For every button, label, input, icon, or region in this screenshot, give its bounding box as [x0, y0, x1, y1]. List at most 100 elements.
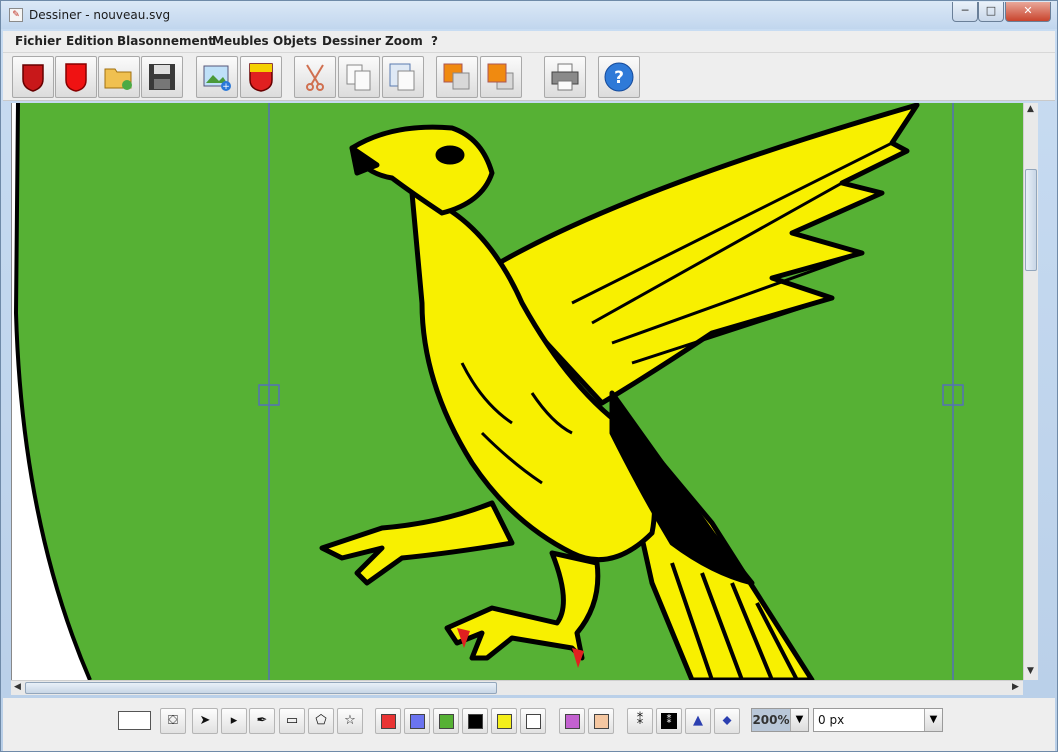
- color-blue-button[interactable]: [404, 708, 430, 734]
- figure-solid-button[interactable]: ⁑: [656, 708, 682, 734]
- new-shield-button[interactable]: [12, 56, 54, 98]
- chevron-down-icon[interactable]: ▼: [790, 709, 808, 731]
- app-window: ✎ Dessiner - nouveau.svg ─ □ ✕ Fichier E…: [0, 0, 1058, 752]
- blazon-drawing: [12, 103, 964, 680]
- scroll-left-icon[interactable]: ◀: [11, 681, 24, 694]
- color-purple-button[interactable]: [559, 708, 585, 734]
- menu-dessiner[interactable]: Dessiner: [322, 34, 381, 48]
- color-white-button[interactable]: [520, 708, 546, 734]
- color-red-swatch: [381, 714, 396, 729]
- menu-fichier[interactable]: Fichier: [15, 34, 61, 48]
- stroke-width-select[interactable]: 0 px ▼: [813, 708, 943, 732]
- help-button[interactable]: ?: [598, 56, 640, 98]
- paste-button[interactable]: [382, 56, 424, 98]
- app-icon: ✎: [9, 8, 23, 22]
- menu-help[interactable]: ?: [431, 34, 438, 48]
- scroll-right-icon[interactable]: ▶: [1009, 681, 1022, 694]
- triangle-icon: ▲: [693, 713, 703, 728]
- stroke-width-value: 0 px: [818, 713, 845, 727]
- color-green-button[interactable]: [433, 708, 459, 734]
- color-red-button[interactable]: [375, 708, 401, 734]
- color-black-button[interactable]: [462, 708, 488, 734]
- triangle-button[interactable]: ▲: [685, 708, 711, 734]
- send-to-back-button[interactable]: [480, 56, 522, 98]
- add-image-icon: +: [203, 65, 231, 92]
- drawing-toolbar: ⛋ ➤ ▸ ✒ ▭ ⬠ ☆ ⁑ ⁑ ▲ ⬥ 200% ▼ 0 px ▼: [3, 698, 1055, 751]
- horizontal-scroll-thumb[interactable]: [25, 682, 497, 694]
- maximize-button[interactable]: □: [978, 2, 1004, 22]
- menu-meubles[interactable]: Meubles: [212, 34, 269, 48]
- node-arrow-icon: ▸: [230, 713, 238, 728]
- scroll-down-icon[interactable]: ▼: [1024, 665, 1037, 678]
- save-button[interactable]: [141, 56, 183, 98]
- bezier-tool-button[interactable]: ✒: [249, 708, 275, 734]
- star-tool-button[interactable]: ☆: [337, 708, 363, 734]
- figure-outline-icon: ⁑: [636, 713, 644, 728]
- add-image-button[interactable]: +: [196, 56, 238, 98]
- current-color-box[interactable]: [118, 711, 151, 730]
- rectangle-tool-button[interactable]: ▭: [279, 708, 305, 734]
- color-green-swatch: [439, 714, 454, 729]
- menu-objets[interactable]: Objets: [273, 34, 317, 48]
- fill-bucket-icon: ⛋: [168, 713, 178, 728]
- zoom-select[interactable]: 200% ▼: [751, 708, 809, 732]
- shield-red-icon: [65, 63, 87, 92]
- node-tool-button[interactable]: ▸: [221, 708, 247, 734]
- drawing-canvas[interactable]: [11, 103, 1023, 680]
- falcon-charge: [319, 103, 920, 680]
- new-shield-alt-button[interactable]: [55, 56, 97, 98]
- minimize-button[interactable]: ─: [952, 2, 978, 22]
- color-white-swatch: [526, 714, 541, 729]
- fill-tool-button[interactable]: ⛋: [160, 708, 186, 734]
- color-purple-swatch: [565, 714, 580, 729]
- menu-zoom[interactable]: Zoom: [385, 34, 423, 48]
- bezier-pen-icon: ✒: [256, 713, 268, 728]
- color-black-swatch: [468, 714, 483, 729]
- bring-to-front-icon: [443, 63, 470, 90]
- rectangle-icon: ▭: [285, 713, 299, 728]
- print-button[interactable]: [544, 56, 586, 98]
- open-folder-icon: [104, 68, 132, 90]
- polygon-icon: ⬠: [315, 713, 327, 728]
- copy-button[interactable]: [338, 56, 380, 98]
- vertical-scroll-thumb[interactable]: [1025, 169, 1037, 271]
- color-flesh-swatch: [594, 714, 609, 729]
- open-button[interactable]: [98, 56, 140, 98]
- color-blue-swatch: [410, 714, 425, 729]
- close-button[interactable]: ✕: [1005, 2, 1051, 22]
- svg-text:?: ?: [614, 68, 624, 88]
- polygon-tool-button[interactable]: ⬠: [308, 708, 334, 734]
- cut-button[interactable]: [294, 56, 336, 98]
- copy-icon: [346, 64, 371, 91]
- color-yellow-button[interactable]: [491, 708, 517, 734]
- shield-border-area: [12, 103, 90, 680]
- help-icon: ?: [604, 62, 634, 92]
- menu-edition[interactable]: Edition: [66, 34, 114, 48]
- chevron-down-icon[interactable]: ▼: [924, 709, 942, 731]
- color-yellow-swatch: [497, 714, 512, 729]
- shield-chief-button[interactable]: [240, 56, 282, 98]
- print-icon: [551, 63, 579, 91]
- figure-outline-button[interactable]: ⁑: [627, 708, 653, 734]
- color-flesh-button[interactable]: [588, 708, 614, 734]
- star-icon: ☆: [344, 713, 356, 728]
- paste-icon: [389, 63, 415, 91]
- figure-solid-icon: ⁑: [661, 713, 677, 729]
- main-toolbar: + ?: [3, 53, 1055, 101]
- title-bar: ✎ Dessiner - nouveau.svg ─ □ ✕: [1, 1, 1057, 29]
- vertical-scrollbar[interactable]: ▲ ▼: [1023, 103, 1038, 680]
- svg-text:+: +: [222, 82, 230, 92]
- zoom-value: 200%: [752, 709, 790, 731]
- menu-blasonnement[interactable]: Blasonnement: [117, 34, 214, 48]
- save-disk-icon: [149, 64, 175, 90]
- bring-to-front-button[interactable]: [436, 56, 478, 98]
- select-tool-button[interactable]: ➤: [192, 708, 218, 734]
- diamond-icon: ⬥: [722, 713, 732, 728]
- diamond-button[interactable]: ⬥: [714, 708, 740, 734]
- menu-bar: Fichier Edition Blasonnement Meubles Obj…: [3, 31, 1055, 53]
- horizontal-scrollbar[interactable]: ◀ ▶: [11, 680, 1023, 695]
- cut-scissors-icon: [306, 64, 324, 91]
- scroll-up-icon[interactable]: ▲: [1024, 103, 1037, 116]
- send-to-back-icon: [487, 63, 514, 90]
- shield-chief-icon: [249, 63, 273, 92]
